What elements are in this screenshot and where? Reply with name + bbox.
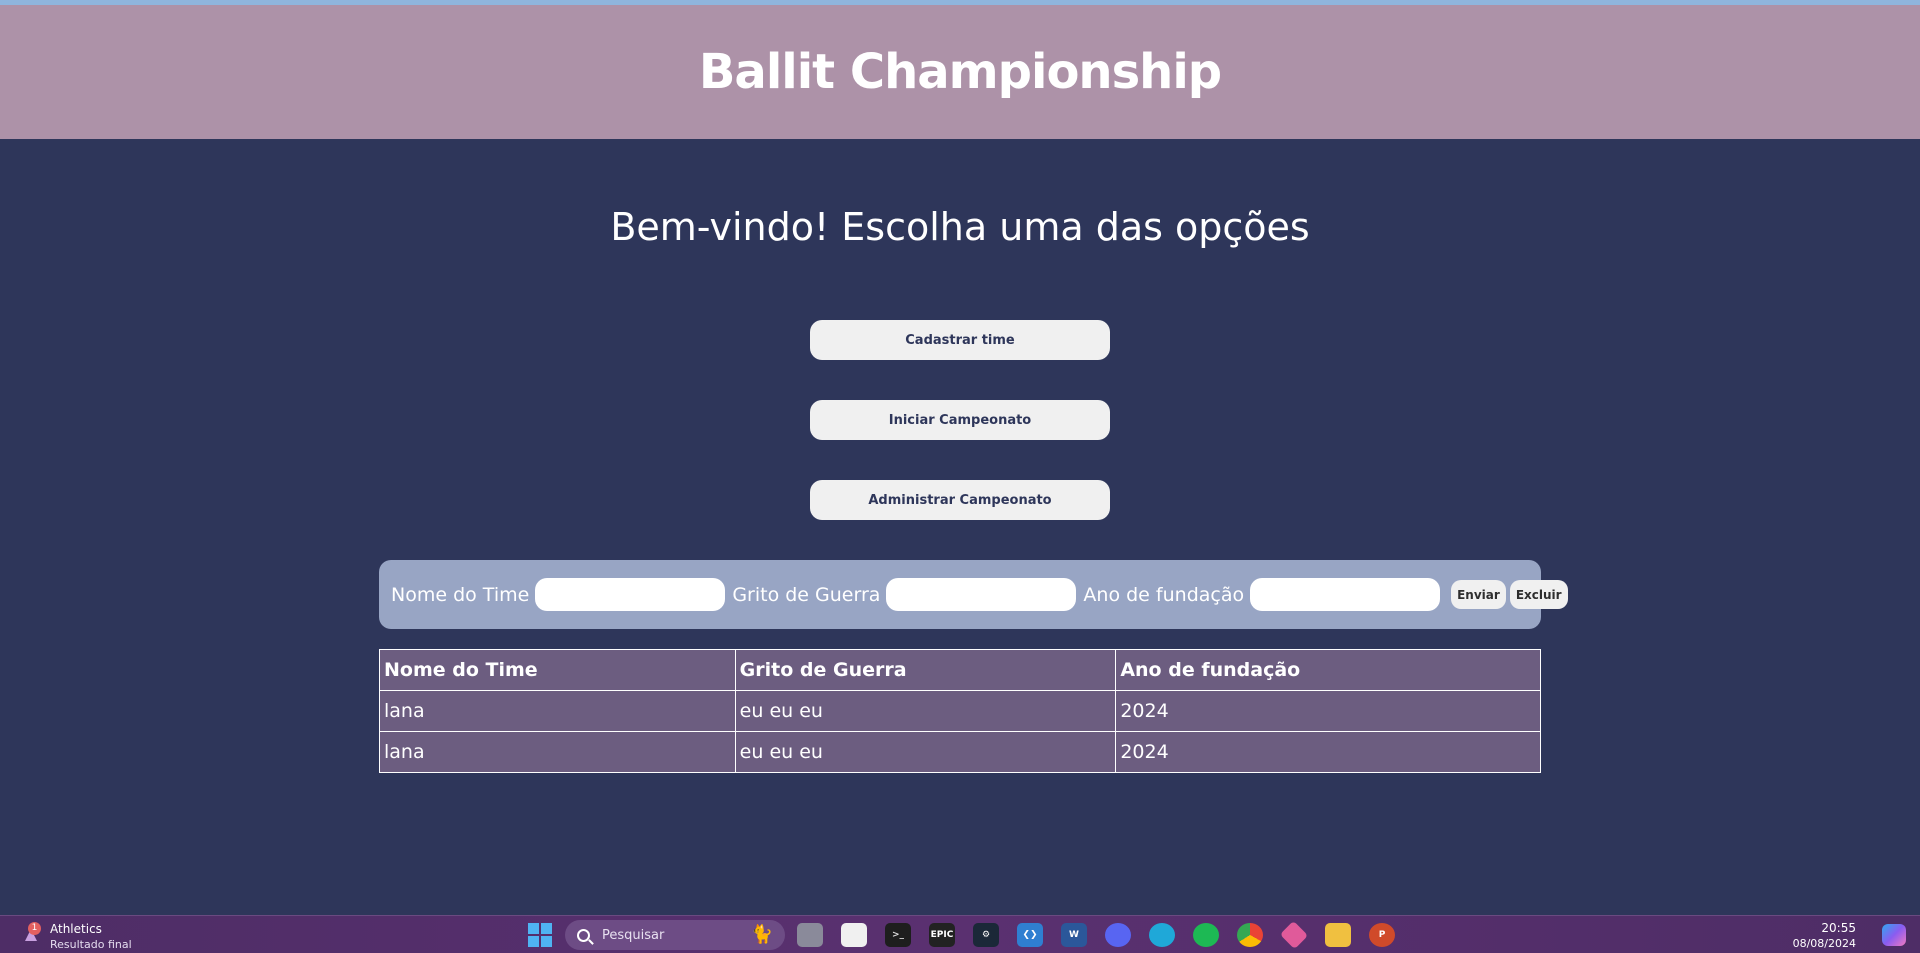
spotify-icon[interactable] — [1193, 923, 1219, 947]
war-cry-label: Grito de Guerra — [732, 583, 881, 606]
column-header-team-name: Nome do Time — [379, 649, 736, 691]
cell-founding-year: 2024 — [1115, 690, 1541, 732]
team-name-label: Nome do Time — [391, 583, 530, 606]
notification-badge: 1 — [28, 922, 41, 935]
table-row: lana eu eu eu 2024 — [379, 690, 1541, 732]
search-placeholder: Pesquisar — [602, 927, 665, 943]
snipping-tool-icon[interactable] — [841, 923, 867, 947]
vscode-icon[interactable]: ❮❯ — [1017, 923, 1043, 947]
news-widget[interactable]: 1 Athletics Resultado final — [22, 922, 132, 952]
powerpoint-icon[interactable]: P — [1369, 923, 1395, 947]
cell-team-name: lana — [379, 690, 736, 732]
war-cry-input[interactable] — [886, 578, 1077, 611]
welcome-heading: Bem-vindo! Escolha uma das opções — [610, 205, 1310, 249]
cell-war-cry: eu eu eu — [734, 690, 1117, 732]
discord-icon[interactable] — [1105, 923, 1131, 947]
page-title: Ballit Championship — [698, 44, 1222, 100]
table-row: lana eu eu eu 2024 — [379, 731, 1541, 773]
widget-subtitle: Resultado final — [50, 938, 132, 951]
chrome-icon[interactable] — [1237, 923, 1263, 947]
table-header-row: Nome do Time Grito de Guerra Ano de fund… — [379, 649, 1541, 691]
column-header-founding-year: Ano de fundação — [1115, 649, 1541, 691]
cell-team-name: lana — [379, 731, 736, 773]
team-name-input[interactable] — [535, 578, 726, 611]
athletics-icon: 1 — [22, 922, 41, 944]
delete-button[interactable]: Excluir — [1509, 580, 1568, 609]
clock-date: 08/08/2024 — [1792, 937, 1856, 950]
taskbar-search[interactable]: Pesquisar 🐈 — [565, 920, 785, 950]
copilot-icon[interactable] — [1882, 924, 1906, 946]
search-icon — [577, 928, 590, 942]
edge-icon[interactable] — [1149, 923, 1175, 947]
register-team-button[interactable]: Cadastrar time — [810, 320, 1110, 360]
windows-start-icon[interactable] — [528, 923, 552, 947]
start-championship-button[interactable]: Iniciar Campeonato — [810, 400, 1110, 440]
founding-year-input[interactable] — [1250, 578, 1441, 611]
taskbar-apps: >_ EPIC ⚙ ❮❯ W P — [797, 920, 1413, 950]
steam-icon[interactable]: ⚙ — [973, 923, 999, 947]
cell-war-cry: eu eu eu — [734, 731, 1117, 773]
clock-time: 20:55 — [1821, 921, 1856, 935]
team-form: Nome do Time Grito de Guerra Ano de fund… — [379, 560, 1568, 629]
founding-year-label: Ano de fundação — [1083, 583, 1245, 606]
file-explorer-window-icon[interactable] — [797, 923, 823, 947]
teams-table: Nome do Time Grito de Guerra Ano de fund… — [379, 649, 1541, 773]
system-clock[interactable]: 20:55 08/08/2024 — [1793, 921, 1856, 951]
epic-games-icon[interactable]: EPIC — [929, 923, 955, 947]
word-icon[interactable]: W — [1061, 923, 1087, 947]
cat-icon: 🐈 — [750, 924, 773, 945]
folder-icon[interactable] — [1325, 923, 1351, 947]
widget-title: Athletics — [50, 922, 102, 936]
column-header-war-cry: Grito de Guerra — [734, 649, 1117, 691]
cell-founding-year: 2024 — [1115, 731, 1541, 773]
manage-championship-button[interactable]: Administrar Campeonato — [810, 480, 1110, 520]
taskbar: 1 Athletics Resultado final Pesquisar 🐈 … — [0, 915, 1920, 953]
submit-button[interactable]: Enviar — [1451, 580, 1506, 609]
page-header: Ballit Championship — [0, 5, 1920, 139]
git-icon[interactable] — [1279, 920, 1309, 950]
terminal-icon[interactable]: >_ — [885, 923, 911, 947]
